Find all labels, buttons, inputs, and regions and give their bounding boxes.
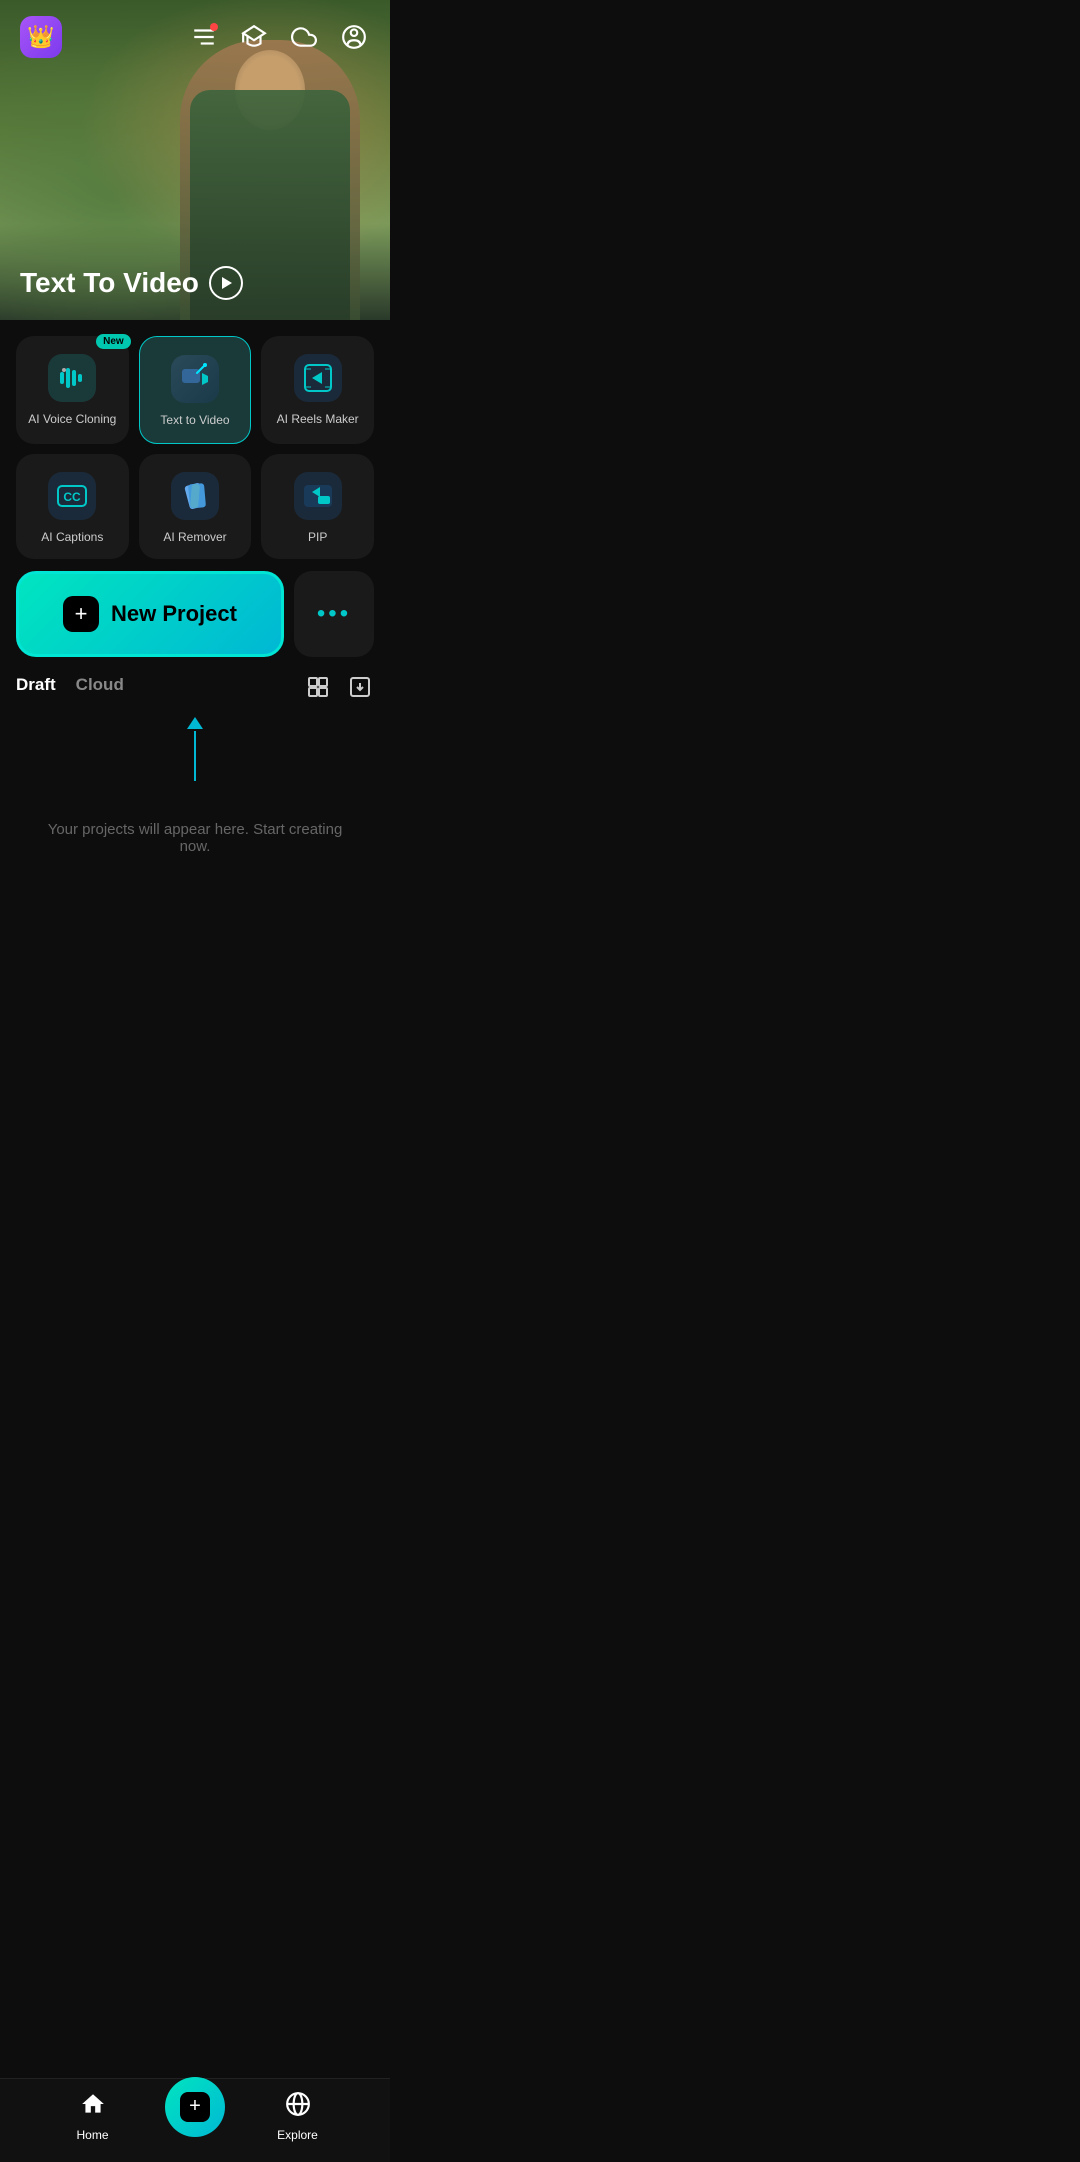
play-button[interactable] — [209, 266, 243, 300]
center-plus-icon: + — [180, 2092, 210, 2122]
notification-dot — [210, 23, 218, 31]
tabs-left: Draft Cloud — [16, 675, 124, 699]
remover-icon — [171, 472, 219, 520]
voice-icon — [48, 354, 96, 402]
nav-icons-group — [188, 21, 370, 53]
new-project-label: New Project — [111, 601, 237, 627]
tab-cloud[interactable]: Cloud — [76, 675, 124, 699]
center-create-button[interactable]: + — [165, 2077, 225, 2137]
arrow-line — [194, 731, 196, 781]
hero-text: Text To Video — [20, 266, 370, 300]
feature-card-ai-remover[interactable]: AI Remover — [139, 454, 252, 560]
graduation-icon[interactable] — [238, 21, 270, 53]
explore-label: Explore — [277, 2128, 318, 2142]
arrow-indicator — [16, 717, 374, 781]
bottom-navigation: Home + Explore — [0, 2078, 390, 2162]
hero-section: 👑 Text To Video — [0, 0, 390, 320]
reels-icon — [294, 354, 342, 402]
new-project-button[interactable]: + New Project — [16, 571, 284, 657]
grid-view-icon[interactable] — [304, 673, 332, 701]
feature-label-video: Text to Video — [160, 413, 229, 429]
home-label: Home — [76, 2128, 108, 2142]
svg-text:CC: CC — [64, 490, 82, 504]
feature-label-captions: AI Captions — [41, 530, 103, 546]
new-badge: New — [96, 334, 131, 349]
export-icon[interactable] — [346, 673, 374, 701]
tab-draft[interactable]: Draft — [16, 675, 56, 699]
profile-icon[interactable] — [338, 21, 370, 53]
feature-card-ai-captions[interactable]: CC AI Captions — [16, 454, 129, 560]
top-navigation: 👑 — [0, 0, 390, 74]
captions-icon: CC — [48, 472, 96, 520]
arrow-head — [187, 717, 203, 729]
feature-grid: New AI Voice Cloning — [16, 336, 374, 559]
dots-icon: ••• — [317, 600, 351, 628]
app-logo[interactable]: 👑 — [20, 16, 62, 58]
nav-item-explore[interactable]: Explore — [225, 2091, 370, 2142]
feature-label-reels: AI Reels Maker — [277, 412, 359, 428]
feature-label-voice: AI Voice Cloning — [28, 412, 116, 428]
cloud-icon[interactable] — [288, 21, 320, 53]
hero-title: Text To Video — [20, 266, 370, 300]
video-icon — [171, 355, 219, 403]
feature-label-pip: PIP — [308, 530, 327, 546]
feature-card-ai-voice-cloning[interactable]: New AI Voice Cloning — [16, 336, 129, 444]
feature-card-ai-reels-maker[interactable]: AI Reels Maker — [261, 336, 374, 444]
explore-icon — [285, 2091, 311, 2124]
feature-card-text-to-video[interactable]: Text to Video — [139, 336, 252, 444]
empty-state: Your projects will appear here. Start cr… — [16, 791, 374, 885]
feature-label-remover: AI Remover — [163, 530, 226, 546]
plus-icon: + — [63, 596, 99, 632]
nav-item-home[interactable]: Home — [20, 2091, 165, 2142]
tabs-row: Draft Cloud — [16, 673, 374, 701]
menu-icon[interactable] — [188, 21, 220, 53]
feature-card-pip[interactable]: PIP — [261, 454, 374, 560]
empty-state-text: Your projects will appear here. Start cr… — [48, 821, 343, 855]
new-project-row: + New Project ••• — [16, 571, 374, 657]
tabs-right — [304, 673, 374, 701]
home-icon — [80, 2091, 106, 2124]
main-content: New AI Voice Cloning — [0, 320, 390, 901]
more-button[interactable]: ••• — [294, 571, 374, 657]
pip-icon — [294, 472, 342, 520]
